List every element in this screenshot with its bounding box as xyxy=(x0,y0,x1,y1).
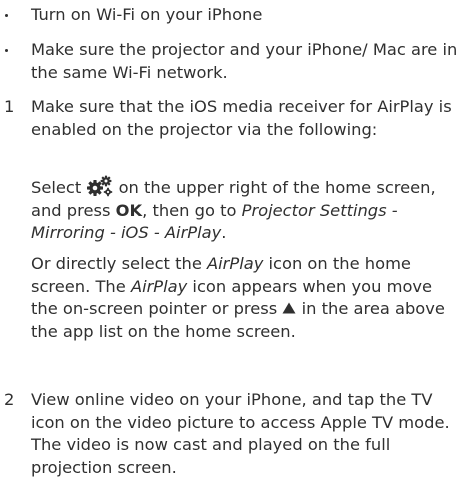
bullet-icon xyxy=(5,14,8,17)
select-end: . xyxy=(221,223,227,242)
select-lead: Select xyxy=(31,178,82,197)
step-1-airplay-paragraph: Or directly select the AirPlay icon on t… xyxy=(31,253,461,343)
step-text: Make sure that the iOS media receiver fo… xyxy=(31,97,452,139)
bullet-text: Turn on Wi-Fi on your iPhone xyxy=(31,5,263,24)
step-1-select-paragraph: Select on the upper right of the home sc… xyxy=(31,175,461,245)
step-text: View online video on your iPhone, and ta… xyxy=(31,390,450,477)
step-number: 1 xyxy=(4,97,15,116)
airplay-text-part-1: Or directly select the xyxy=(31,254,208,273)
instructions-page: Turn on Wi-Fi on your iPhone Make sure t… xyxy=(0,0,468,492)
airplay-term: AirPlay xyxy=(207,254,264,273)
up-triangle-icon xyxy=(282,302,296,314)
settings-gear-icon xyxy=(87,175,113,197)
bullet-icon xyxy=(5,49,8,52)
bullet-text: Make sure the projector and your iPhone/… xyxy=(31,40,458,82)
airplay-term: AirPlay xyxy=(130,276,188,296)
step-number: 2 xyxy=(4,390,15,409)
select-mid: , then go to xyxy=(142,200,242,220)
ok-key-label: OK xyxy=(115,200,143,220)
